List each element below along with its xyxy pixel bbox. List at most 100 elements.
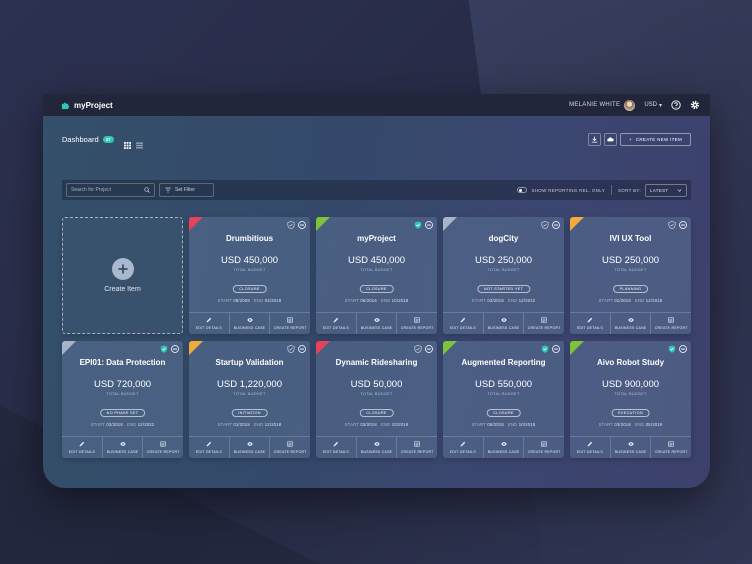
- create-report-button[interactable]: CREATE REPORT: [523, 437, 564, 458]
- eye-icon: [246, 317, 253, 323]
- currency-select[interactable]: USD ▾: [644, 102, 662, 109]
- start-label: START: [471, 298, 486, 303]
- business-case-label: BUSINESS CASE: [360, 326, 393, 330]
- edit-details-button[interactable]: EDIT DETAILS: [62, 437, 102, 458]
- filter-bar: Search for Project Set Filter SHOW REPOR…: [62, 180, 691, 200]
- create-report-button[interactable]: CREATE REPORT: [523, 313, 564, 334]
- card-title: Startup Validation: [215, 358, 284, 367]
- create-report-button[interactable]: CREATE REPORT: [396, 437, 437, 458]
- create-report-button[interactable]: CREATE REPORT: [269, 437, 310, 458]
- project-card[interactable]: Augmented Reporting USD 550,000 TOTAL BU…: [443, 341, 564, 458]
- card-actions: EDIT DETAILS BUSINESS CASE CREATE REPORT: [570, 312, 691, 334]
- grid-view-icon[interactable]: [123, 136, 131, 149]
- user-menu[interactable]: MELANIE WHITE: [569, 99, 636, 111]
- shield-icon[interactable]: [414, 345, 422, 353]
- business-case-button[interactable]: BUSINESS CASE: [101, 437, 143, 458]
- gear-icon[interactable]: [690, 100, 700, 110]
- edit-details-button[interactable]: EDIT DETAILS: [189, 313, 229, 334]
- filter-icon: [165, 187, 171, 193]
- shield-icon[interactable]: [287, 221, 295, 229]
- more-options-icon[interactable]: [425, 345, 433, 353]
- project-card[interactable]: Startup Validation USD 1,220,000 TOTAL B…: [189, 341, 310, 458]
- business-case-button[interactable]: BUSINESS CASE: [482, 437, 524, 458]
- more-options-icon[interactable]: [298, 345, 306, 353]
- edit-details-button[interactable]: EDIT DETAILS: [443, 437, 483, 458]
- create-report-button[interactable]: CREATE REPORT: [396, 313, 437, 334]
- end-date: 05/2019: [645, 422, 663, 427]
- more-options-icon[interactable]: [425, 221, 433, 229]
- plus-icon: +: [628, 136, 632, 142]
- eye-icon: [246, 441, 253, 447]
- create-item-card[interactable]: Create Item: [62, 217, 183, 334]
- business-case-label: BUSINESS CASE: [614, 450, 647, 454]
- app-logo[interactable]: myProject: [61, 101, 113, 110]
- card-title: Augmented Reporting: [461, 358, 546, 367]
- more-options-icon[interactable]: [679, 345, 687, 353]
- project-card[interactable]: Aivo Robot Study USD 900,000 TOTAL BUDGE…: [570, 341, 691, 458]
- create-report-button[interactable]: CREATE REPORT: [650, 313, 691, 334]
- shield-icon[interactable]: [287, 345, 295, 353]
- create-report-button[interactable]: CREATE REPORT: [269, 313, 310, 334]
- card-actions: EDIT DETAILS BUSINESS CASE CREATE REPORT: [189, 436, 310, 458]
- edit-details-button[interactable]: EDIT DETAILS: [443, 313, 483, 334]
- business-case-label: BUSINESS CASE: [360, 450, 393, 454]
- project-card[interactable]: myProject USD 450,000 TOTAL BUDGET CLOSU…: [316, 217, 437, 334]
- edit-details-label: EDIT DETAILS: [576, 450, 603, 454]
- project-card[interactable]: EPI01: Data Protection USD 720,000 TOTAL…: [62, 341, 183, 458]
- end-label: END: [380, 298, 391, 303]
- more-options-icon[interactable]: [552, 345, 560, 353]
- start-date: 06/2016: [487, 422, 504, 427]
- create-new-item-button[interactable]: + CREATE NEW ITEM: [619, 132, 691, 146]
- business-case-button[interactable]: BUSINESS CASE: [609, 313, 651, 334]
- shield-icon[interactable]: [668, 221, 676, 229]
- phase-badge: NOT STARTED YET: [476, 285, 531, 293]
- shield-icon[interactable]: [668, 345, 676, 353]
- edit-details-button[interactable]: EDIT DETAILS: [189, 437, 229, 458]
- list-view-icon[interactable]: [135, 136, 143, 148]
- card-budget: USD 50,000: [350, 379, 403, 390]
- more-options-icon[interactable]: [679, 221, 687, 229]
- set-filter-button[interactable]: Set Filter: [159, 183, 214, 197]
- shield-icon[interactable]: [541, 221, 549, 229]
- reporting-toggle[interactable]: [517, 187, 528, 193]
- shield-icon[interactable]: [414, 221, 422, 229]
- business-case-button[interactable]: BUSINESS CASE: [355, 313, 397, 334]
- business-case-button[interactable]: BUSINESS CASE: [355, 437, 397, 458]
- download-button[interactable]: [587, 132, 601, 146]
- edit-details-button[interactable]: EDIT DETAILS: [570, 437, 610, 458]
- create-report-button[interactable]: CREATE REPORT: [142, 437, 183, 458]
- more-options-icon[interactable]: [298, 221, 306, 229]
- business-case-button[interactable]: BUSINESS CASE: [228, 313, 270, 334]
- card-title: EPI01: Data Protection: [79, 358, 166, 367]
- search-input[interactable]: Search for Project: [66, 183, 155, 197]
- end-date: 12/2018: [645, 298, 663, 303]
- create-report-button[interactable]: CREATE REPORT: [650, 437, 691, 458]
- business-case-button[interactable]: BUSINESS CASE: [228, 437, 270, 458]
- cloud-button[interactable]: [603, 132, 617, 146]
- edit-details-button[interactable]: EDIT DETAILS: [316, 313, 356, 334]
- edit-details-button[interactable]: EDIT DETAILS: [570, 313, 610, 334]
- business-case-button[interactable]: BUSINESS CASE: [482, 313, 524, 334]
- project-card[interactable]: dogCity USD 250,000 TOTAL BUDGET NOT STA…: [443, 217, 564, 334]
- sort-select[interactable]: LATEST: [645, 183, 687, 197]
- status-flag: [443, 341, 457, 355]
- help-icon[interactable]: [671, 100, 681, 110]
- top-bar: myProject MELANIE WHITE USD ▾: [43, 94, 710, 116]
- more-options-icon[interactable]: [171, 345, 179, 353]
- edit-details-button[interactable]: EDIT DETAILS: [316, 437, 356, 458]
- download-icon: [591, 135, 598, 143]
- project-card[interactable]: Drumbitious USD 450,000 TOTAL BUDGET CLO…: [189, 217, 310, 334]
- project-card[interactable]: IVI UX Tool USD 250,000 TOTAL BUDGET PLA…: [570, 217, 691, 334]
- shield-icon[interactable]: [541, 345, 549, 353]
- status-flag: [189, 217, 203, 231]
- business-case-button[interactable]: BUSINESS CASE: [609, 437, 651, 458]
- card-budget: USD 450,000: [220, 255, 279, 266]
- report-icon: [414, 441, 420, 447]
- more-options-icon[interactable]: [552, 221, 560, 229]
- card-actions: EDIT DETAILS BUSINESS CASE CREATE REPORT: [443, 436, 564, 458]
- create-report-label: CREATE REPORT: [527, 326, 561, 330]
- report-icon: [414, 317, 420, 323]
- divider: [611, 185, 612, 195]
- project-card[interactable]: Dynamic Ridesharing USD 50,000 TOTAL BUD…: [316, 341, 437, 458]
- shield-icon[interactable]: [160, 345, 168, 353]
